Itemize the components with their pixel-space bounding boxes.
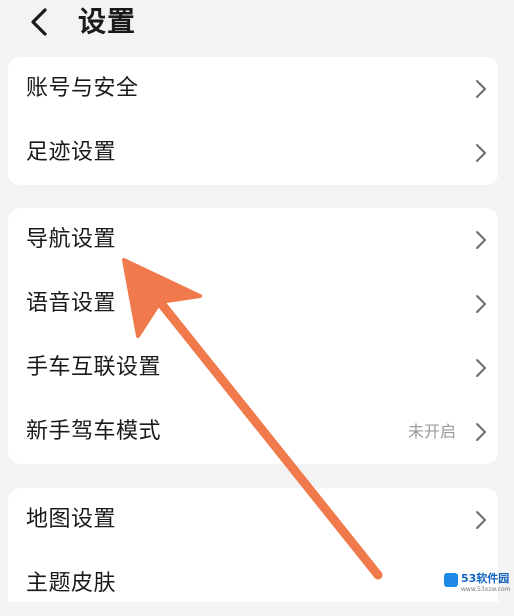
chevron-right-icon: [476, 144, 486, 162]
chevron-right-icon: [476, 423, 486, 441]
watermark-text: 53软件园: [461, 572, 510, 585]
chevron-right-icon: [476, 359, 486, 377]
settings-row-footprint[interactable]: 足迹设置: [8, 121, 498, 185]
settings-row-novice-mode[interactable]: 新手驾车模式 未开启: [8, 400, 498, 464]
page-title: 设置: [78, 5, 137, 38]
settings-row-car-connect[interactable]: 手车互联设置: [8, 336, 498, 400]
header-bar: 设置: [0, 0, 514, 46]
chevron-right-icon: [476, 511, 486, 529]
settings-group-account: 账号与安全 足迹设置: [8, 57, 498, 185]
row-label: 账号与安全: [26, 76, 139, 101]
row-label: 语音设置: [26, 291, 117, 316]
watermark-icon: [444, 573, 458, 587]
watermark-url: www.53xzw.com: [461, 586, 511, 593]
chevron-right-icon: [476, 80, 486, 98]
settings-row-voice[interactable]: 语音设置: [8, 272, 498, 336]
settings-row-map[interactable]: 地图设置: [8, 488, 498, 552]
settings-row-navigation[interactable]: 导航设置: [8, 208, 498, 272]
row-label: 主题皮肤: [26, 571, 117, 596]
settings-group-map: 地图设置 主题皮肤: [8, 488, 498, 602]
watermark-logo: 53软件园 www.53xzw.com: [444, 569, 511, 597]
chevron-right-icon: [476, 295, 486, 313]
chevron-left-icon[interactable]: [28, 7, 50, 37]
row-label: 导航设置: [26, 227, 117, 252]
settings-row-theme[interactable]: 主题皮肤: [8, 552, 498, 616]
novice-mode-status: 未开启: [407, 422, 456, 441]
chevron-right-icon: [476, 231, 486, 249]
row-label: 新手驾车模式: [26, 419, 162, 444]
settings-group-navigation: 导航设置 语音设置 手车互联设置 新手驾车模式 未开启: [8, 208, 498, 464]
settings-row-account-security[interactable]: 账号与安全: [8, 57, 498, 121]
row-label: 足迹设置: [26, 140, 117, 165]
row-label: 手车互联设置: [26, 355, 162, 380]
row-label: 地图设置: [26, 507, 117, 532]
